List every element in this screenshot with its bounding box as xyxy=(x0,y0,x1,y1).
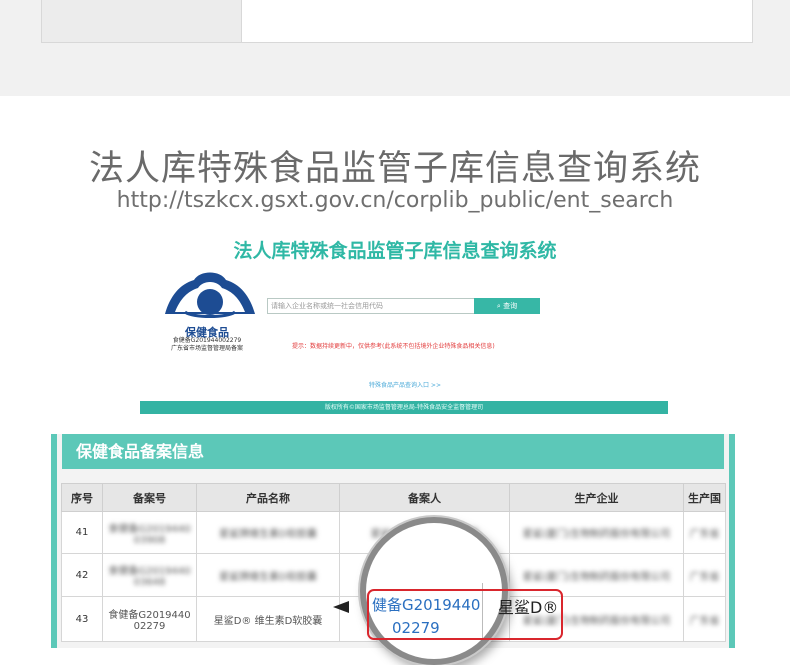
search-input[interactable]: 请输入企业名称或统一社会信用代码 xyxy=(267,298,477,314)
row-country: 广东省 xyxy=(683,511,726,554)
search-button[interactable]: ⌕ 查询 xyxy=(474,298,540,314)
health-food-logo-icon xyxy=(165,272,255,318)
row-product: 星鲨牌维生素D软胶囊 xyxy=(196,553,340,597)
col-header-country: 生产国 xyxy=(683,483,726,512)
logo-code-line1: 食健备G201944002279 xyxy=(172,337,242,344)
row-record-link[interactable]: 食健备G2019440 03908 xyxy=(102,511,197,554)
row-record-line1: 食健备G2019440 xyxy=(108,610,191,621)
table-header-row: 序号 备案号 产品名称 备案人 生产企业 生产国 xyxy=(61,483,726,512)
logo-code-line2: 广东省市场监督管理局备案 xyxy=(170,345,243,352)
panel-title: 保健食品备案信息 xyxy=(62,434,724,469)
search-button-label: 查询 xyxy=(503,302,518,310)
logo-code: 食健备G201944002279 广东省市场监督管理局备案 xyxy=(160,337,254,353)
top-band xyxy=(0,0,790,96)
col-header-applicant: 备案人 xyxy=(339,483,510,512)
row-country: 广东省 xyxy=(683,553,726,597)
col-header-maker: 生产企业 xyxy=(509,483,684,512)
site-title: 法人库特殊食品监管子库信息查询系统 xyxy=(233,240,557,262)
previous-table-fragment xyxy=(41,0,753,43)
row-country: 广东省 xyxy=(683,596,726,642)
magnifier-pointer-icon xyxy=(333,601,349,613)
row-product: 星鲨牌维生素D软胶囊 xyxy=(196,511,340,554)
row-num: 43 xyxy=(61,596,103,642)
site-footer: 版权所有©国家市场监督管理总局-特殊食品安全监督管理司 xyxy=(140,401,668,414)
col-header-product: 产品名称 xyxy=(196,483,340,512)
highlight-box xyxy=(367,589,563,640)
col-header-record: 备案号 xyxy=(102,483,197,512)
row-record-link[interactable]: 食健备G2019440 02279 xyxy=(102,596,197,642)
row-record-line2: 02279 xyxy=(133,621,166,632)
row-maker: 星鲨(厦门)生物制药股份有限公司 xyxy=(509,511,684,554)
row-num: 41 xyxy=(61,511,103,554)
page-heading: 法人库特殊食品监管子库信息查询系统 xyxy=(88,149,701,189)
page-url: http://tszkcx.gsxt.gov.cn/corplib_public… xyxy=(116,188,674,213)
row-product: 星鲨D® 维生素D软胶囊 xyxy=(196,596,340,642)
row-num: 42 xyxy=(61,553,103,597)
col-header-num: 序号 xyxy=(61,483,103,512)
previous-table-cell xyxy=(42,0,242,42)
notice-text: 提示：数据持续更新中，仅供参考(此系统不包括境外企业特殊食品相关信息) xyxy=(292,343,495,350)
row-record-link[interactable]: 食健备G2019440 03648 xyxy=(102,553,197,597)
product-query-link[interactable]: 特殊食品产品查询入口 >> xyxy=(0,380,790,389)
